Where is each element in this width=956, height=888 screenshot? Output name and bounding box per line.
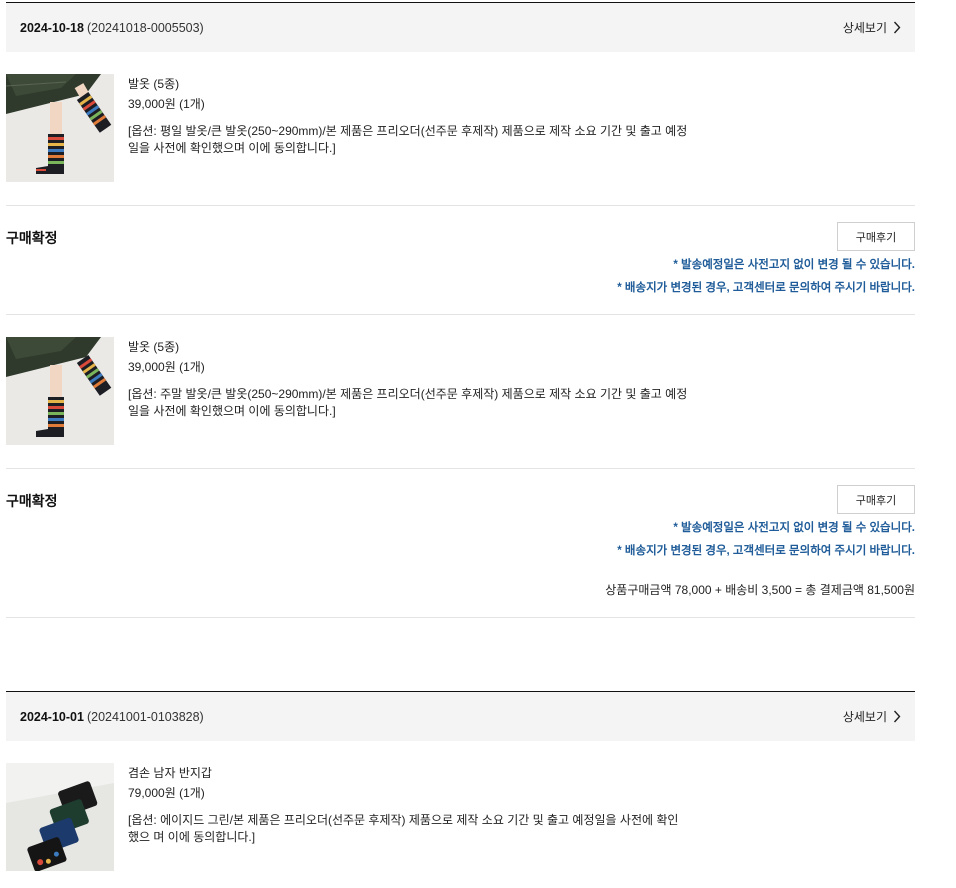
order-header: 2024-10-18 (20241018-0005503) 상세보기: [6, 2, 915, 52]
product-thumbnail-socks[interactable]: [6, 74, 114, 182]
item-name[interactable]: 발옷 (5종): [128, 74, 688, 94]
purchase-confirmed-label: 구매확정: [6, 230, 58, 246]
order-block: 2024-10-18 (20241018-0005503) 상세보기 발옷 (5…: [6, 2, 915, 618]
order-title: 2024-10-18 (20241018-0005503): [20, 21, 204, 35]
item-option: [옵션: 에이지드 그린/본 제품은 프리오더(선주문 후제작) 제품으로 제작…: [128, 813, 679, 844]
item-name[interactable]: 겸손 남자 반지갑: [128, 763, 688, 783]
product-thumbnail-wallet[interactable]: [6, 763, 114, 871]
order-date: 2024-10-01: [20, 709, 84, 724]
order-block: 2024-10-01 (20241001-0103828) 상세보기 겸손 남자…: [6, 691, 915, 888]
chevron-right-icon: [893, 21, 901, 34]
chevron-right-icon: [893, 710, 901, 723]
order-item: 발옷 (5종) 39,000원 (1개) [옵션: 주말 발옷/큰 발옷(250…: [6, 315, 915, 469]
order-item: 발옷 (5종) 39,000원 (1개) [옵션: 평일 발옷/큰 발옷(250…: [6, 52, 915, 206]
product-thumbnail-socks[interactable]: [6, 337, 114, 445]
purchase-confirmed-label: 구매확정: [6, 493, 58, 509]
item-price: 39,000원 (1개): [128, 97, 205, 111]
order-item: 겸손 남자 반지갑 79,000원 (1개) [옵션: 에이지드 그린/본 제품…: [6, 741, 915, 888]
item-status-row: 구매확정 구매후기 * 발송예정일은 사전고지 없이 변경 될 수 있습니다. …: [6, 469, 915, 618]
item-info: 발옷 (5종) 39,000원 (1개) [옵션: 주말 발옷/큰 발옷(250…: [128, 337, 688, 420]
order-number: (20241018-0005503): [86, 20, 204, 35]
item-price: 79,000원 (1개): [128, 786, 205, 800]
address-change-notice: * 배송지가 변경된 경우, 고객센터로 문의하여 주시기 바랍니다.: [617, 545, 915, 557]
shipping-date-notice: * 발송예정일은 사전고지 없이 변경 될 수 있습니다.: [673, 522, 915, 534]
shipping-date-notice: * 발송예정일은 사전고지 없이 변경 될 수 있습니다.: [673, 259, 915, 271]
item-status-row: 구매확정 구매후기 * 발송예정일은 사전고지 없이 변경 될 수 있습니다. …: [6, 206, 915, 315]
item-option: [옵션: 주말 발옷/큰 발옷(250~290mm)/본 제품은 프리오더(선주…: [128, 387, 688, 418]
view-details-label: 상세보기: [842, 710, 887, 724]
order-title: 2024-10-01 (20241001-0103828): [20, 710, 204, 724]
order-total-summary: 상품구매금액 78,000 + 배송비 3,500 = 총 결제금액 81,50…: [605, 583, 915, 597]
view-details-label: 상세보기: [842, 21, 887, 35]
order-date: 2024-10-18: [20, 20, 84, 35]
write-review-button[interactable]: 구매후기: [837, 485, 915, 514]
item-price: 39,000원 (1개): [128, 360, 205, 374]
item-option: [옵션: 평일 발옷/큰 발옷(250~290mm)/본 제품은 프리오더(선주…: [128, 124, 688, 155]
item-info: 발옷 (5종) 39,000원 (1개) [옵션: 평일 발옷/큰 발옷(250…: [128, 74, 688, 157]
item-info: 겸손 남자 반지갑 79,000원 (1개) [옵션: 에이지드 그린/본 제품…: [128, 763, 688, 846]
view-details-link[interactable]: 상세보기: [843, 19, 901, 36]
order-header: 2024-10-01 (20241001-0103828) 상세보기: [6, 691, 915, 741]
view-details-link[interactable]: 상세보기: [843, 708, 901, 725]
write-review-button[interactable]: 구매후기: [837, 222, 915, 251]
order-number: (20241001-0103828): [86, 709, 204, 724]
item-name[interactable]: 발옷 (5종): [128, 337, 688, 357]
address-change-notice: * 배송지가 변경된 경우, 고객센터로 문의하여 주시기 바랍니다.: [617, 282, 915, 294]
